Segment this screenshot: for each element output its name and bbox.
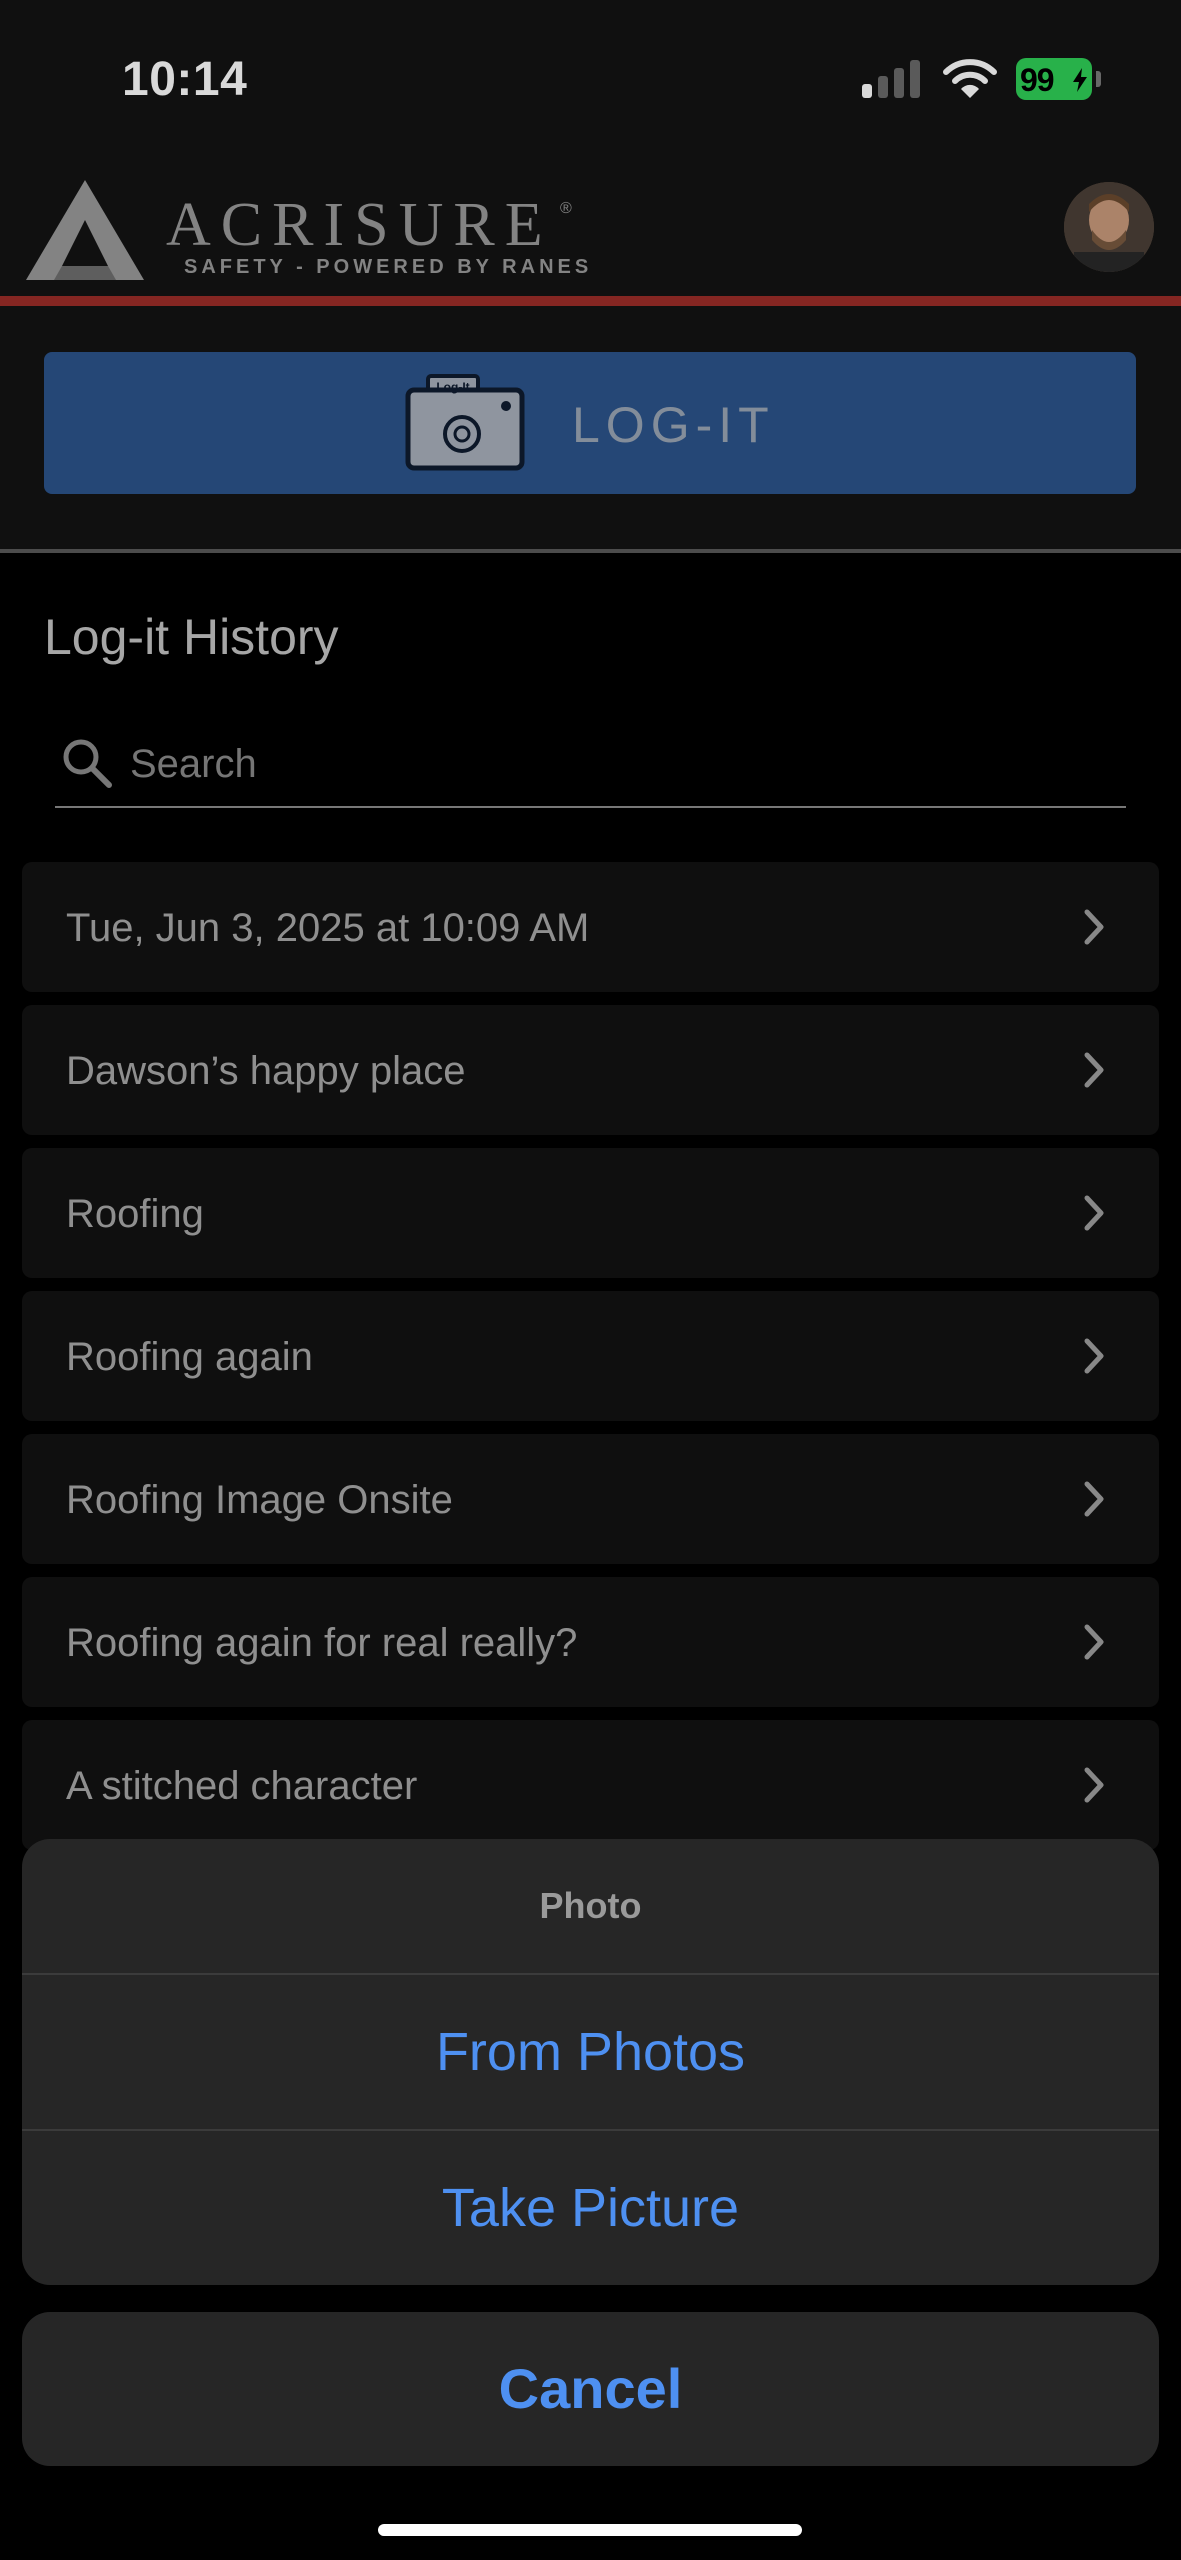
home-indicator[interactable] — [378, 2524, 802, 2536]
take-picture-button[interactable]: Take Picture — [22, 2131, 1159, 2285]
photo-action-sheet: Photo From Photos Take Picture — [22, 1839, 1159, 2285]
from-photos-button[interactable]: From Photos — [22, 1975, 1159, 2129]
cancel-button[interactable]: Cancel — [22, 2312, 1159, 2466]
action-sheet-title: Photo — [539, 1885, 642, 1926]
cancel-label: Cancel — [498, 2357, 683, 2420]
